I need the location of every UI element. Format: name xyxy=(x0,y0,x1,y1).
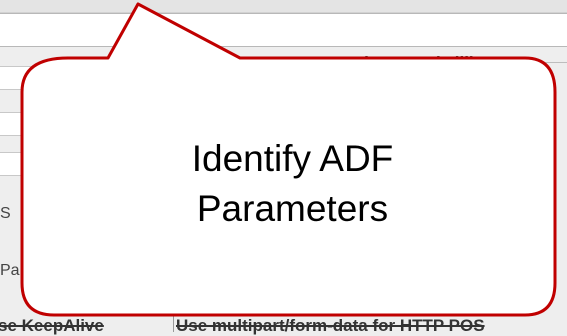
callout-line-1: Identify ADF xyxy=(191,138,394,179)
callout-text: Identify ADF Parameters xyxy=(20,134,565,234)
callout-line-2: Parameters xyxy=(196,188,389,229)
